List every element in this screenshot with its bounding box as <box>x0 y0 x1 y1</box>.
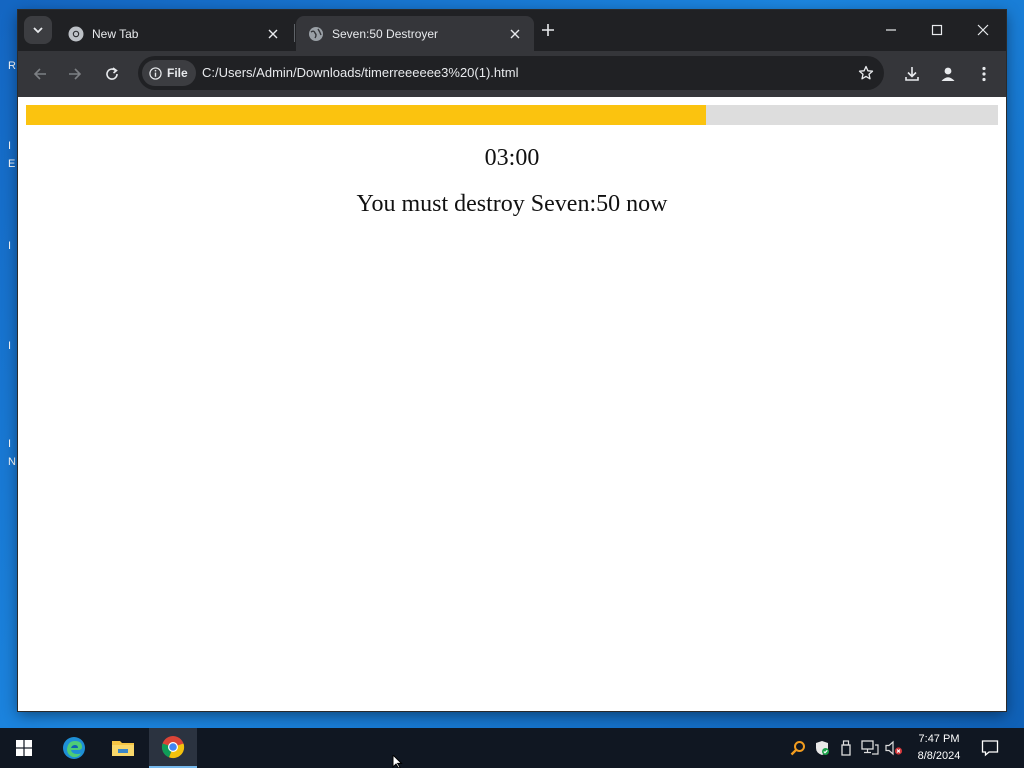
desktop-icon-label-fragment: E <box>8 158 16 170</box>
magnifier-icon <box>790 741 805 756</box>
taskbar-edge[interactable] <box>50 728 98 768</box>
forward-button[interactable] <box>63 62 87 86</box>
windows-logo-icon <box>16 740 32 756</box>
tray-usb-icon[interactable] <box>836 738 856 758</box>
clock-date: 8/8/2024 <box>917 750 961 762</box>
clock-time: 7:47 PM <box>918 733 960 745</box>
tray-security-icon[interactable] <box>812 738 832 758</box>
tray-volume-icon[interactable] <box>884 738 904 758</box>
progress-bar <box>26 105 998 125</box>
chrome-icon <box>161 736 185 759</box>
shield-icon <box>816 741 829 755</box>
taskbar-file-explorer[interactable] <box>99 728 147 768</box>
desktop-icon-label-fragment: I <box>8 340 12 352</box>
desktop-icon-label-fragment: I <box>8 140 12 152</box>
close-icon <box>268 29 278 38</box>
page-content: 03:00 You must destroy Seven:50 now <box>18 97 1006 711</box>
site-chip-label: File <box>167 66 188 80</box>
globe-icon <box>309 26 323 41</box>
url-text[interactable]: C:/Users/Admin/Downloads/timerreeeeee3%2… <box>202 65 518 80</box>
page-message: You must destroy Seven:50 now <box>356 191 668 217</box>
start-button[interactable] <box>0 728 48 768</box>
desktop-icon-label-fragment: I <box>8 438 12 450</box>
site-info-chip[interactable]: File <box>142 60 196 86</box>
tab-seven50-destroyer[interactable]: Seven:50 Destroyer <box>296 16 534 51</box>
back-arrow-icon <box>33 68 46 80</box>
minimize-icon <box>886 29 896 31</box>
browser-toolbar: File C:/Users/Admin/Downloads/timerreeee… <box>18 51 1006 97</box>
tab-strip: New Tab Seven:50 Destroyer <box>18 10 1006 51</box>
info-icon <box>149 66 162 80</box>
desktop-icon-label-fragment: R <box>8 60 16 72</box>
tab-new-tab[interactable]: New Tab <box>56 16 292 51</box>
countdown-timer: 03:00 <box>484 145 540 171</box>
minimize-button[interactable] <box>868 10 914 50</box>
address-bar[interactable]: File C:/Users/Admin/Downloads/timerreeee… <box>138 56 884 90</box>
bookmark-button[interactable] <box>854 61 878 85</box>
downloads-button[interactable] <box>900 62 924 86</box>
chevron-down-icon <box>33 27 43 34</box>
chrome-icon <box>68 26 84 41</box>
new-tab-button[interactable] <box>538 20 558 40</box>
notification-icon <box>981 740 999 757</box>
avatar-icon <box>941 67 955 81</box>
close-icon <box>977 24 989 36</box>
tray-network-icon[interactable] <box>860 738 880 758</box>
tab-title: New Tab <box>92 26 139 41</box>
usb-drive-icon <box>841 740 851 756</box>
download-icon <box>905 67 919 81</box>
forward-arrow-icon <box>69 68 82 80</box>
taskbar: 7:47 PM 8/8/2024 <box>0 728 1024 768</box>
maximize-button[interactable] <box>914 10 960 50</box>
back-button[interactable] <box>28 62 52 86</box>
tab-title: Seven:50 Destroyer <box>332 26 439 41</box>
menu-button[interactable] <box>972 62 996 86</box>
action-center-button[interactable] <box>980 738 1000 758</box>
edge-icon <box>63 737 85 759</box>
mouse-cursor-icon <box>392 755 403 768</box>
browser-window: New Tab Seven:50 Destroyer File C:/Users… <box>18 10 1006 711</box>
volume-muted-icon <box>885 740 903 756</box>
tab-separator <box>294 24 295 42</box>
close-icon <box>510 29 520 38</box>
desktop-icon-label-fragment: I <box>8 240 12 252</box>
network-icon <box>861 740 879 755</box>
progress-bar-fill <box>26 105 707 125</box>
desktop-icon-label-fragment: N <box>8 456 16 468</box>
more-vert-icon <box>982 66 986 82</box>
star-icon <box>858 65 874 80</box>
plus-icon <box>542 24 554 36</box>
profile-button[interactable] <box>936 62 960 86</box>
taskbar-clock[interactable]: 7:47 PM 8/8/2024 <box>906 731 972 765</box>
reload-icon <box>106 67 118 80</box>
folder-icon <box>112 741 134 756</box>
close-tab-button[interactable] <box>264 25 282 43</box>
close-window-button[interactable] <box>960 10 1006 50</box>
tab-search-button[interactable] <box>24 16 52 44</box>
reload-button[interactable] <box>100 62 124 86</box>
taskbar-chrome[interactable] <box>149 728 197 768</box>
close-tab-button[interactable] <box>506 25 524 43</box>
maximize-icon <box>931 24 943 36</box>
tray-search-icon[interactable] <box>788 738 808 758</box>
